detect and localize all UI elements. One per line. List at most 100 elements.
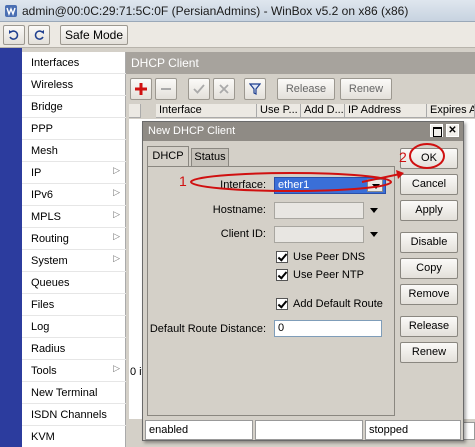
renew-toolbar-button[interactable]: Renew	[340, 78, 392, 100]
enable-button[interactable]	[188, 78, 210, 100]
sidebar-item-kvm[interactable]: KVM	[22, 426, 126, 447]
remove-button-dialog[interactable]: Remove	[400, 284, 458, 305]
sidebar-item-tools[interactable]: Tools ▷	[22, 360, 126, 382]
maximize-button[interactable]	[430, 124, 443, 137]
apply-button[interactable]: Apply	[400, 200, 458, 221]
sidebar-item-ppp[interactable]: PPP	[22, 118, 126, 140]
sidebar-item-label: IPv6	[31, 189, 54, 201]
filter-button[interactable]	[244, 78, 266, 100]
sidebar-item-label: KVM	[31, 431, 55, 443]
sidebar-item-new-terminal[interactable]: New Terminal	[22, 382, 126, 404]
annotation-circle-ok	[409, 143, 445, 169]
use-peer-dns-checkbox[interactable]	[276, 251, 288, 263]
add-default-route-checkbox[interactable]	[276, 298, 288, 310]
window-title: admin@00:0C:29:71:5C:0F (PersianAdmins) …	[22, 4, 409, 18]
column-header-expires-after[interactable]: Expires Af	[427, 104, 475, 118]
sidebar-item-label: MPLS	[31, 211, 61, 223]
client-id-field[interactable]	[274, 226, 364, 243]
client-id-dropdown-arrow-icon[interactable]	[370, 232, 378, 237]
main-toolbar: Safe Mode	[0, 22, 475, 48]
sidebar-item-label: Mesh	[31, 145, 58, 157]
sidebar-item-isdn-channels[interactable]: ISDN Channels	[22, 404, 126, 426]
sidebar-item-label: Files	[31, 299, 55, 311]
sidebar-item-label: Bridge	[31, 101, 63, 113]
disable-button-dialog[interactable]: Disable	[400, 232, 458, 253]
sidebar-item-queues[interactable]: Queues	[22, 272, 126, 294]
sidebar-item-label: Wireless	[31, 79, 74, 91]
sidebar-item-label: ISDN Channels	[31, 409, 107, 421]
close-icon: ✕	[448, 125, 457, 136]
sidebar-item-radius[interactable]: Radius	[22, 338, 126, 360]
sidebar-item-routing[interactable]: Routing ▷	[22, 228, 126, 250]
sidebar-item-interfaces[interactable]: Interfaces	[22, 52, 126, 74]
sidebar-item-files[interactable]: Files	[22, 294, 126, 316]
release-toolbar-button[interactable]: Release	[277, 78, 335, 100]
cancel-button[interactable]: Cancel	[400, 174, 458, 195]
hostname-field[interactable]	[274, 202, 364, 219]
redo-arrow-icon	[34, 30, 44, 40]
dhcp-client-title: DHCP Client	[131, 56, 199, 70]
dialog-status-middle	[255, 420, 363, 440]
sidebar-item-label: Routing	[31, 233, 69, 245]
remove-button[interactable]	[155, 78, 177, 100]
column-header-ip-address[interactable]: IP Address	[345, 104, 427, 118]
dhcp-tab-panel: Interface: ether1 Hostname: Client ID: U…	[147, 166, 395, 416]
renew-button[interactable]: Renew	[400, 342, 458, 363]
column-header-interface[interactable]: Interface	[156, 104, 257, 118]
x-icon	[219, 84, 229, 94]
sidebar-item-label: New Terminal	[31, 387, 98, 399]
safe-mode-button[interactable]: Safe Mode	[60, 25, 128, 45]
column-header-flags[interactable]	[129, 104, 141, 118]
sidebar-item-ip[interactable]: IP ▷	[22, 162, 126, 184]
plus-icon	[135, 83, 147, 95]
sidebar-item-wireless[interactable]: Wireless	[22, 74, 126, 96]
column-header-add-default[interactable]: Add D...	[301, 104, 345, 118]
add-default-route-label: Add Default Route	[293, 298, 383, 310]
sidebar-item-label: Interfaces	[31, 57, 80, 69]
default-route-distance-value: 0	[278, 322, 285, 334]
sidebar-item-ipv6[interactable]: IPv6 ▷	[22, 184, 126, 206]
sidebar-item-bridge[interactable]: Bridge	[22, 96, 126, 118]
undo-button[interactable]	[3, 25, 25, 45]
redo-button[interactable]	[28, 25, 50, 45]
copy-button[interactable]: Copy	[400, 258, 458, 279]
column-header-use-peer[interactable]: Use P...	[257, 104, 301, 118]
sidebar-item-system[interactable]: System ▷	[22, 250, 126, 272]
minus-icon	[161, 88, 171, 90]
submenu-arrow-icon: ▷	[113, 187, 120, 197]
dhcp-client-header: DHCP Client	[126, 52, 475, 74]
use-peer-ntp-checkbox[interactable]	[276, 269, 288, 281]
dialog-status-right: stopped	[365, 420, 461, 440]
tab-dhcp[interactable]: DHCP	[147, 146, 189, 166]
hostname-label: Hostname:	[212, 204, 266, 216]
disable-button[interactable]	[213, 78, 235, 100]
sidebar-item-label: IP	[31, 167, 42, 179]
window-titlebar: admin@00:0C:29:71:5C:0F (PersianAdmins) …	[0, 0, 475, 22]
sidebar-item-mpls[interactable]: MPLS ▷	[22, 206, 126, 228]
sidebar-menu: Interfaces Wireless Bridge PPP Mesh IP ▷ …	[22, 52, 126, 447]
sidebar-branding-strip	[0, 48, 22, 447]
dialog-title: New DHCP Client	[148, 125, 236, 137]
tab-status[interactable]: Status	[191, 148, 229, 166]
sidebar-item-label: System	[31, 255, 68, 267]
default-route-distance-field[interactable]: 0	[274, 320, 382, 337]
submenu-arrow-icon: ▷	[113, 165, 120, 175]
annotation-arrow-icon	[361, 170, 404, 183]
hostname-dropdown-arrow-icon[interactable]	[370, 208, 378, 213]
submenu-arrow-icon: ▷	[113, 253, 120, 263]
undo-arrow-icon	[9, 30, 19, 40]
client-id-label: Client ID:	[220, 228, 266, 240]
close-button[interactable]: ✕	[446, 124, 459, 137]
sidebar-item-mesh[interactable]: Mesh	[22, 140, 126, 162]
dialog-titlebar[interactable]: New DHCP Client ✕	[143, 122, 463, 141]
sidebar-item-label: PPP	[31, 123, 54, 135]
sidebar-item-label: Radius	[31, 343, 66, 355]
filter-icon	[248, 83, 262, 95]
submenu-arrow-icon: ▷	[113, 363, 120, 373]
add-button[interactable]	[130, 78, 152, 100]
sidebar-item-label: Queues	[31, 277, 70, 289]
annotation-step-1: 1	[179, 173, 187, 189]
sidebar-item-log[interactable]: Log	[22, 316, 126, 338]
winbox-app-icon	[5, 5, 17, 17]
release-button[interactable]: Release	[400, 316, 458, 337]
